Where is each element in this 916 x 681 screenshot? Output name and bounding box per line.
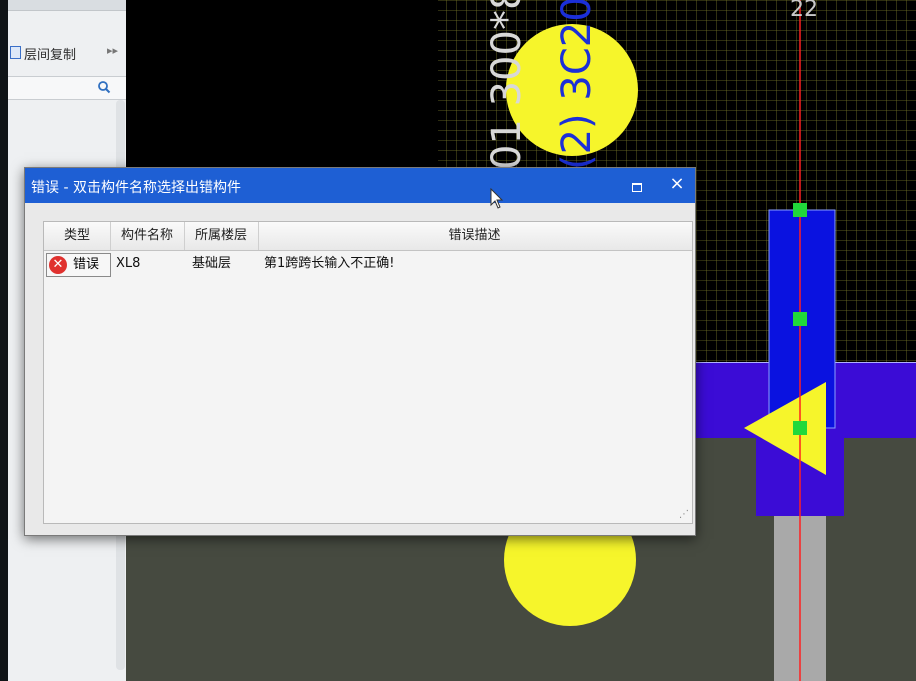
screen: 层间复制 ▸▸ 22 01 300*8 (2) 3C20 错误 - 双击构件名称… — [0, 0, 916, 681]
component-name[interactable]: XL8 — [116, 251, 140, 277]
mouse-pointer-icon — [490, 188, 504, 209]
beam-text-1: 01 300*8 — [484, 0, 530, 170]
error-description: 第1跨跨长输入不正确! — [264, 256, 395, 271]
error-dialog: 错误 - 双击构件名称选择出错构件 × 类型 构件名称 所属楼层 错误描述 ✕ … — [24, 167, 696, 536]
layer-copy-icon — [10, 46, 21, 59]
search-input[interactable] — [8, 76, 126, 100]
column-header-floor[interactable]: 所属楼层 — [184, 222, 259, 250]
close-button[interactable]: × — [667, 174, 687, 194]
layer-copy-button[interactable]: 层间复制 ▸▸ — [8, 40, 126, 66]
dialog-titlebar[interactable]: 错误 - 双击构件名称选择出错构件 × — [25, 168, 695, 209]
error-list-header: 类型 构件名称 所属楼层 错误描述 — [44, 222, 692, 251]
table-row[interactable]: ✕ 错误 XL8 基础层 第1跨跨长输入不正确! — [44, 251, 692, 277]
axis-label: 22 — [790, 0, 818, 22]
error-type: 错误 — [73, 257, 100, 272]
more-tools-icon[interactable]: ▸▸ — [107, 44, 118, 57]
column-header-description[interactable]: 错误描述 — [258, 222, 691, 250]
grip-top — [793, 203, 807, 217]
grip-bottom — [793, 421, 807, 435]
column-header-name[interactable]: 构件名称 — [110, 222, 185, 250]
search-icon[interactable] — [96, 79, 112, 95]
grip-middle — [793, 312, 807, 326]
column-header-type[interactable]: 类型 — [44, 222, 111, 250]
beam-text-2: (2) 3C20 — [554, 0, 600, 170]
resize-grip[interactable]: ⋰ — [679, 509, 689, 520]
maximize-icon — [632, 183, 642, 192]
panel-top-strip — [8, 0, 126, 11]
dialog-title: 错误 - 双击构件名称选择出错构件 — [31, 180, 241, 196]
component-floor: 基础层 — [192, 256, 232, 271]
error-list: 类型 构件名称 所属楼层 错误描述 ✕ 错误 XL8 基础层 第1跨跨长输入不正… — [43, 221, 693, 524]
error-icon: ✕ — [49, 256, 67, 274]
maximize-button[interactable] — [629, 178, 645, 194]
layer-copy-label: 层间复制 — [24, 48, 77, 63]
error-type-cell[interactable]: ✕ 错误 — [46, 253, 111, 277]
